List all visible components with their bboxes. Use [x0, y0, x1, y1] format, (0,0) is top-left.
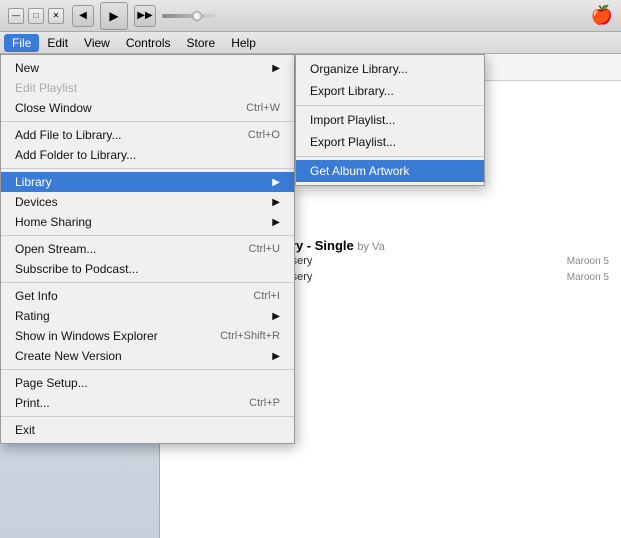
sep5: [1, 369, 294, 370]
menu-home-sharing-arrow: ▶: [272, 217, 280, 228]
library-submenu: Organize Library... Export Library... Im…: [295, 54, 485, 186]
menu-view[interactable]: View: [76, 34, 118, 52]
submenu-export-playlist-label: Export Playlist...: [310, 135, 396, 149]
menu-add-file-shortcut: Ctrl+O: [248, 129, 280, 141]
menu-new-label: New: [15, 61, 39, 75]
misery-info: Misery - Single by Va 1 Misery Maroon 5 …: [262, 238, 609, 285]
volume-knob[interactable]: [192, 11, 202, 21]
submenu-organize-library[interactable]: Organize Library...: [296, 58, 484, 80]
menu-subscribe-podcast[interactable]: Subscribe to Podcast...: [1, 259, 294, 279]
menu-page-setup-label: Page Setup...: [15, 376, 88, 390]
menu-add-folder-label: Add Folder to Library...: [15, 148, 136, 162]
sep4: [1, 282, 294, 283]
menu-edit-playlist: Edit Playlist: [1, 78, 294, 98]
title-bar: — □ ✕ ◀ ▶ ▶▶ 🍎: [0, 0, 621, 32]
close-button[interactable]: ✕: [48, 8, 64, 24]
menu-page-setup[interactable]: Page Setup...: [1, 373, 294, 393]
minimize-button[interactable]: —: [8, 8, 24, 24]
submenu-sep2: [296, 156, 484, 157]
submenu-sep1: [296, 105, 484, 106]
transport-controls[interactable]: ◀ ▶ ▶▶: [72, 2, 222, 30]
menu-get-info-label: Get Info: [15, 289, 58, 303]
menu-get-info-shortcut: Ctrl+I: [253, 290, 280, 302]
menu-create-version-arrow: ▶: [272, 351, 280, 362]
file-menu-dropdown: New ▶ Edit Playlist Close Window Ctrl+W …: [0, 54, 295, 444]
submenu-get-album-artwork-label: Get Album Artwork: [310, 164, 409, 178]
menu-get-info[interactable]: Get Info Ctrl+I: [1, 286, 294, 306]
menu-edit-playlist-label: Edit Playlist: [15, 81, 77, 95]
menu-rating-arrow: ▶: [272, 311, 280, 322]
menu-show-explorer-label: Show in Windows Explorer: [15, 329, 158, 343]
menu-close-window-label: Close Window: [15, 101, 92, 115]
submenu-organize-label: Organize Library...: [310, 62, 408, 76]
misery-track1-artist: Maroon 5: [567, 256, 609, 267]
menu-devices-label: Devices: [15, 195, 58, 209]
submenu-import-playlist-label: Import Playlist...: [310, 113, 395, 127]
back-button[interactable]: ◀: [72, 5, 94, 27]
menu-home-sharing[interactable]: Home Sharing ▶: [1, 212, 294, 232]
menu-subscribe-podcast-label: Subscribe to Podcast...: [15, 262, 138, 276]
menu-rating-label: Rating: [15, 309, 50, 323]
misery-track2-artist: Maroon 5: [567, 272, 609, 283]
submenu-export-playlist[interactable]: Export Playlist...: [296, 131, 484, 153]
menu-file[interactable]: File: [4, 34, 39, 52]
misery-track2-name: Misery: [280, 271, 567, 283]
menu-open-stream-shortcut: Ctrl+U: [249, 243, 280, 255]
menu-home-sharing-label: Home Sharing: [15, 215, 92, 229]
misery-track-2: 1 Misery Maroon 5: [262, 269, 609, 285]
play-button[interactable]: ▶: [100, 2, 128, 30]
volume-slider[interactable]: [162, 14, 222, 18]
menu-open-stream-label: Open Stream...: [15, 242, 96, 256]
misery-track1-name: Misery: [280, 255, 567, 267]
menu-exit-label: Exit: [15, 423, 35, 437]
sep3: [1, 235, 294, 236]
menu-devices[interactable]: Devices ▶: [1, 192, 294, 212]
submenu-import-playlist[interactable]: Import Playlist...: [296, 109, 484, 131]
menu-rating[interactable]: Rating ▶: [1, 306, 294, 326]
menu-add-file[interactable]: Add File to Library... Ctrl+O: [1, 125, 294, 145]
menu-close-shortcut: Ctrl+W: [246, 102, 280, 114]
restore-button[interactable]: □: [28, 8, 44, 24]
sep1: [1, 121, 294, 122]
menu-controls[interactable]: Controls: [118, 34, 179, 52]
menu-show-explorer-shortcut: Ctrl+Shift+R: [220, 330, 280, 342]
apple-logo-icon: 🍎: [591, 5, 613, 26]
menu-edit[interactable]: Edit: [39, 34, 76, 52]
menu-devices-arrow: ▶: [272, 197, 280, 208]
menu-library-label: Library: [15, 175, 52, 189]
menu-open-stream[interactable]: Open Stream... Ctrl+U: [1, 239, 294, 259]
menu-exit[interactable]: Exit: [1, 420, 294, 440]
menu-new[interactable]: New ▶: [1, 58, 294, 78]
menu-add-folder[interactable]: Add Folder to Library...: [1, 145, 294, 165]
forward-button[interactable]: ▶▶: [134, 5, 156, 27]
sep2: [1, 168, 294, 169]
submenu-get-album-artwork[interactable]: Get Album Artwork: [296, 160, 484, 182]
menu-store[interactable]: Store: [179, 34, 224, 52]
menu-library-arrow: ▶: [272, 177, 280, 188]
misery-by: by Va: [357, 241, 384, 253]
menu-create-version[interactable]: Create New Version ▶: [1, 346, 294, 366]
menu-create-version-label: Create New Version: [15, 349, 122, 363]
menu-show-explorer[interactable]: Show in Windows Explorer Ctrl+Shift+R: [1, 326, 294, 346]
menu-print-shortcut: Ctrl+P: [249, 397, 280, 409]
menu-help[interactable]: Help: [223, 34, 264, 52]
menu-print-label: Print...: [15, 396, 50, 410]
menu-new-arrow: ▶: [272, 63, 280, 74]
menu-library[interactable]: Library ▶: [1, 172, 294, 192]
window-controls[interactable]: — □ ✕: [8, 8, 64, 24]
menu-print[interactable]: Print... Ctrl+P: [1, 393, 294, 413]
sep6: [1, 416, 294, 417]
misery-track-1: 1 Misery Maroon 5: [262, 253, 609, 269]
menu-add-file-label: Add File to Library...: [15, 128, 122, 142]
menu-bar: File Edit View Controls Store Help: [0, 32, 621, 54]
submenu-export-library-label: Export Library...: [310, 84, 394, 98]
menu-close-window[interactable]: Close Window Ctrl+W: [1, 98, 294, 118]
submenu-export-library[interactable]: Export Library...: [296, 80, 484, 102]
